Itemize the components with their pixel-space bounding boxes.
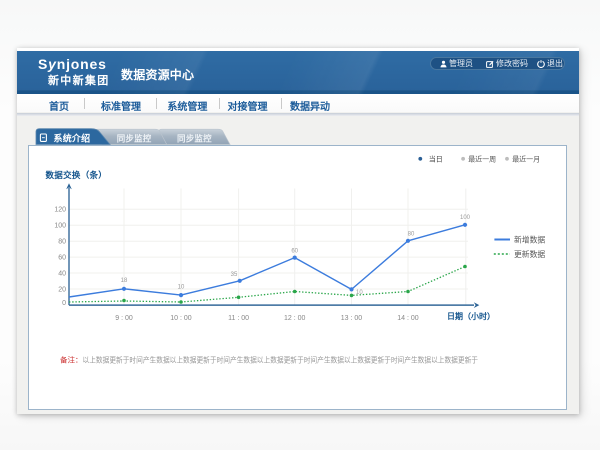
svg-text:13 : 00: 13 : 00 <box>341 315 363 322</box>
svg-text:11 : 00: 11 : 00 <box>228 315 249 322</box>
svg-text:20: 20 <box>58 286 66 293</box>
svg-text:日期（小时）: 日期（小时） <box>447 311 495 321</box>
svg-text:10 : 00: 10 : 00 <box>170 315 192 322</box>
svg-text:10: 10 <box>178 284 185 290</box>
svg-text:备注：: 备注： <box>60 354 83 364</box>
svg-text:同步监控: 同步监控 <box>117 133 152 143</box>
svg-text:100: 100 <box>460 215 471 221</box>
svg-text:40: 40 <box>58 270 66 277</box>
svg-text:同步监控: 同步监控 <box>177 133 212 143</box>
svg-text:数据交换（条）: 数据交换（条） <box>46 170 108 180</box>
svg-text:120: 120 <box>54 206 66 213</box>
svg-text:12 : 00: 12 : 00 <box>284 315 306 322</box>
svg-text:60: 60 <box>58 254 66 261</box>
svg-text:当日: 当日 <box>429 154 443 163</box>
svg-text:10: 10 <box>356 290 363 296</box>
svg-text:更新数据: 更新数据 <box>514 249 545 259</box>
svg-text:60: 60 <box>291 248 298 254</box>
svg-text:80: 80 <box>58 238 66 245</box>
svg-text:系统介绍: 系统介绍 <box>54 132 91 143</box>
svg-text:0: 0 <box>62 299 66 306</box>
svg-text:新增数据: 新增数据 <box>514 234 545 244</box>
svg-text:14 : 00: 14 : 00 <box>397 315 419 322</box>
svg-text:以上数据更新于时间产生数据以上数据更新于时间产生数据以上数据: 以上数据更新于时间产生数据以上数据更新于时间产生数据以上数据更新于时间产生数据以… <box>83 354 479 364</box>
svg-text:最近一周: 最近一周 <box>468 154 496 163</box>
svg-text:35: 35 <box>231 272 238 278</box>
svg-text:9 : 00: 9 : 00 <box>115 315 133 322</box>
svg-text:80: 80 <box>408 231 415 237</box>
svg-text:最近一月: 最近一月 <box>512 154 540 163</box>
svg-text:18: 18 <box>121 278 128 284</box>
svg-text:100: 100 <box>54 222 66 229</box>
